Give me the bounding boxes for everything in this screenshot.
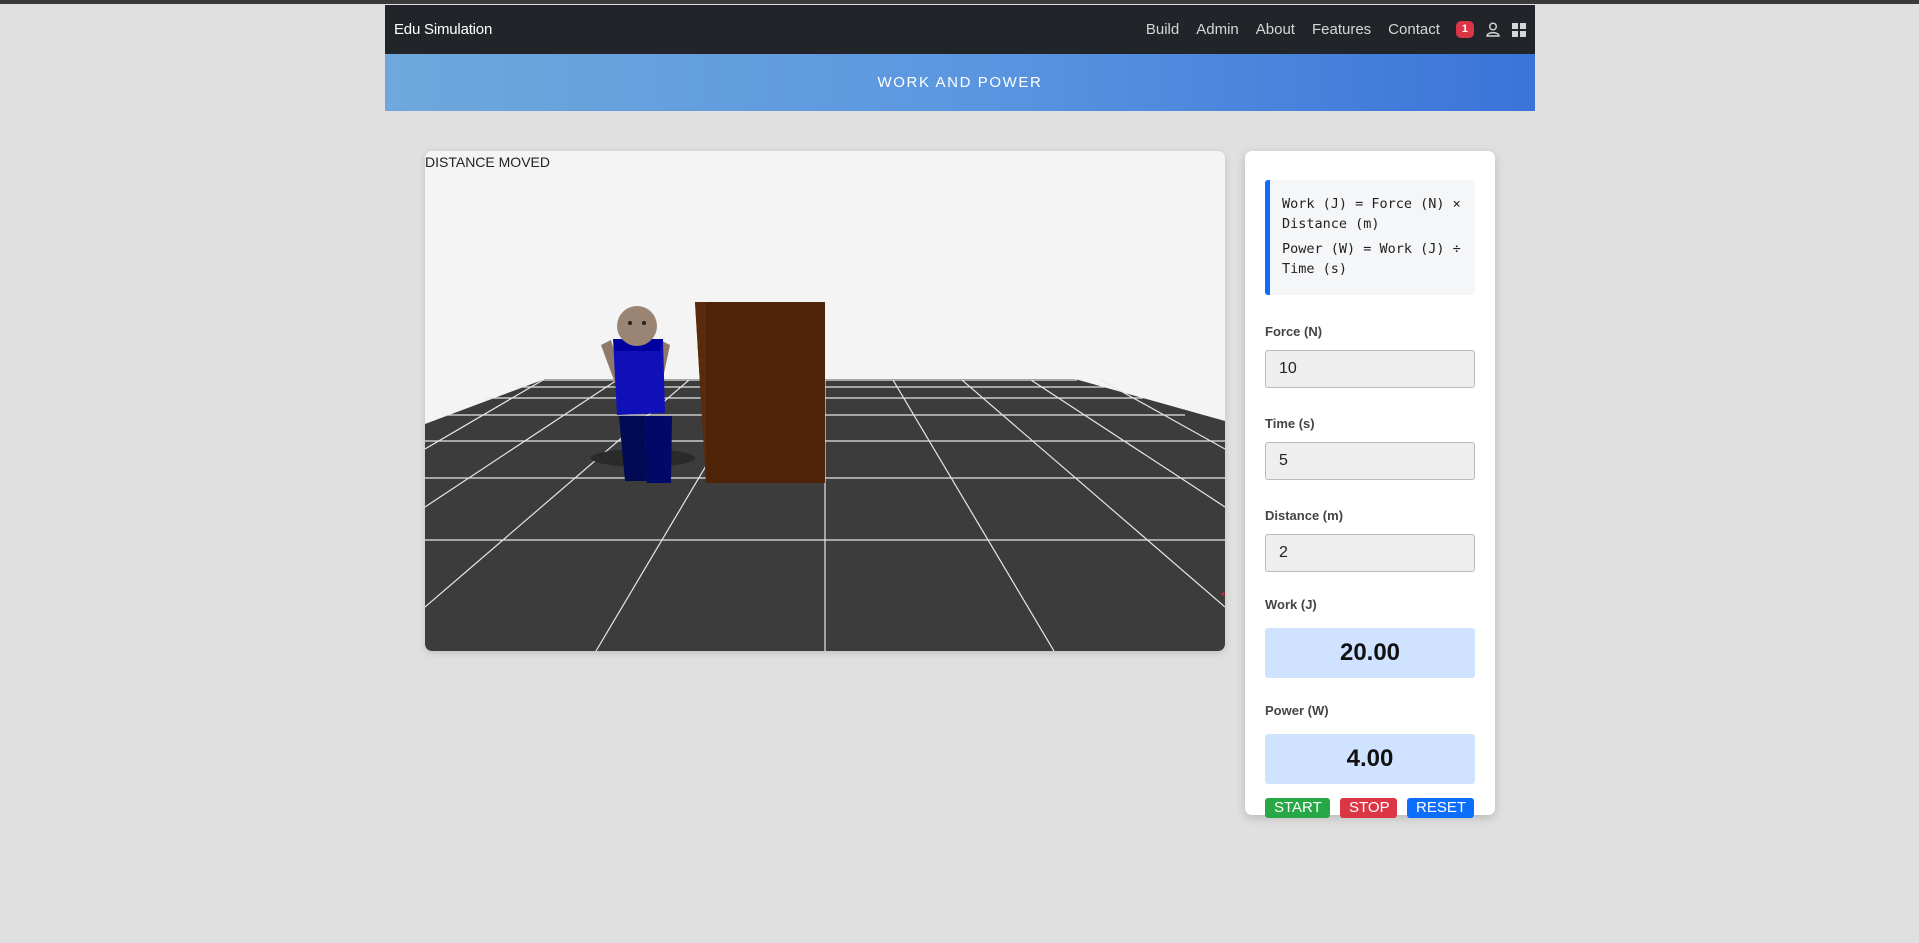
brand-link[interactable]: Edu Simulation [394,21,492,38]
nav-links: Build Admin About Features Contact 1 [1146,21,1526,38]
nav-link-features[interactable]: Features [1312,21,1371,38]
work-formula: Work (J) = Force (N) × Distance (m) [1282,196,1461,232]
stop-button[interactable]: STOP [1340,798,1397,818]
time-input[interactable] [1265,442,1475,480]
grid-icon[interactable] [1512,22,1526,37]
page-banner: WORK AND POWER [385,54,1535,111]
page-title: WORK AND POWER [877,74,1043,91]
distance-moved-label: DISTANCE MOVED [425,154,550,170]
distance-label: Distance (m) [1265,508,1344,523]
marker-dot [1221,592,1225,596]
wooden-box [695,302,825,483]
force-label: Force (N) [1265,324,1323,339]
start-button[interactable]: START [1265,798,1330,818]
simulation-canvas[interactable]: DISTANCE MOVED [425,151,1225,651]
work-label: Work (J) [1265,597,1317,612]
distance-input[interactable] [1265,534,1475,572]
nav-link-admin[interactable]: Admin [1196,21,1239,38]
top-strip [0,0,1919,4]
nav-link-about[interactable]: About [1256,21,1295,38]
power-label: Power (W) [1265,703,1329,718]
nav-link-contact[interactable]: Contact [1388,21,1440,38]
force-input[interactable] [1265,350,1475,388]
formula-box: Work (J) = Force (N) × Distance (m) Powe… [1265,180,1475,295]
user-icon[interactable] [1486,22,1500,37]
time-label: Time (s) [1265,416,1315,431]
control-buttons: START STOP RESET [1265,798,1475,818]
simulation-scene [425,151,1225,651]
navbar: Edu Simulation Build Admin About Feature… [385,5,1535,54]
power-formula: Power (W) = Work (J) ÷ Time (s) [1282,241,1461,277]
nav-link-build[interactable]: Build [1146,21,1179,38]
work-result: 20.00 [1265,628,1475,678]
notification-badge[interactable]: 1 [1455,21,1474,38]
control-panel: Work (J) = Force (N) × Distance (m) Powe… [1245,151,1495,818]
power-result: 4.00 [1265,734,1475,784]
reset-button[interactable]: RESET [1407,798,1474,818]
